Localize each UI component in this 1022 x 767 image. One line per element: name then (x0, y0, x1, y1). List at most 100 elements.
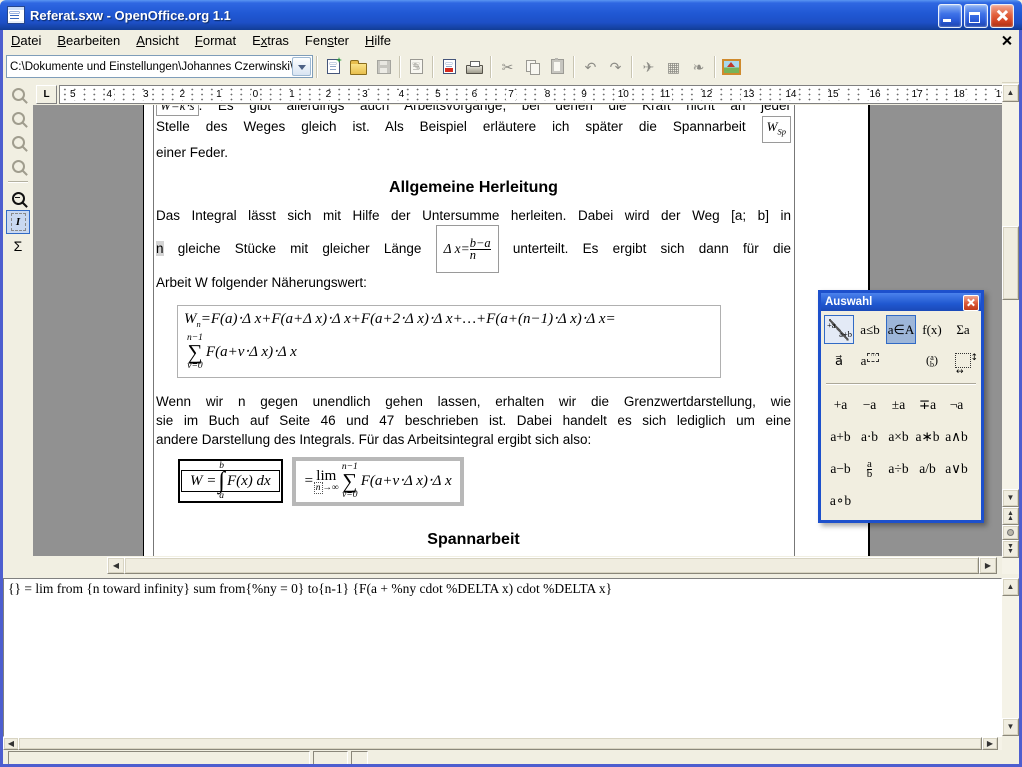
command-horizontal-scrollbar[interactable]: ◀ ▶ (3, 737, 1002, 750)
vertical-scrollbar[interactable]: ▲ ▼ ▲▲ ▼▼ (1002, 84, 1019, 574)
url-field[interactable]: C:\Dokumente und Einstellungen\Johannes … (7, 61, 292, 73)
symbol-button[interactable]: a∨b (942, 461, 971, 477)
previous-page-button[interactable]: ▲▲ (1002, 507, 1019, 525)
open-button[interactable] (346, 55, 371, 79)
load-url-combobox[interactable]: C:\Dokumente und Einstellungen\Johannes … (6, 55, 313, 78)
category-relations[interactable]: a≤b (855, 315, 885, 344)
ruler-label: 13 (741, 90, 756, 100)
scroll-right-button[interactable]: ▶ (982, 737, 998, 750)
symbol-button[interactable]: a÷b (884, 461, 913, 477)
symbol-button[interactable]: a+b (826, 429, 855, 445)
paragraph-line: Wenn wir n gegen unendlich gehen lassen,… (156, 392, 791, 411)
formula-object-integral-selected[interactable]: W =b∫aF(x) dx (178, 459, 283, 503)
document-page[interactable]: W=k⋅s. Es gibt allerdings auch Arbeitsvo… (143, 105, 870, 556)
scroll-down-button[interactable]: ▼ (1002, 489, 1019, 507)
function-toolbar: C:\Dokumente und Einstellungen\Johannes … (3, 51, 1019, 83)
palette-close-button[interactable] (963, 295, 979, 311)
symbol-button[interactable]: a−b (826, 461, 855, 477)
scroll-up-button[interactable]: ▲ (1002, 578, 1019, 596)
menu-item-format[interactable]: Format (187, 31, 244, 50)
menu-item-extras[interactable]: Extras (244, 31, 297, 50)
symbol-button[interactable]: a∘b (826, 493, 855, 509)
print-button[interactable] (462, 55, 487, 79)
symbol-button[interactable]: −a (855, 397, 884, 413)
undo-icon: ↶ (585, 60, 597, 74)
symbol-button[interactable]: ±a (884, 397, 913, 413)
menu-item-ansicht[interactable]: Ansicht (128, 31, 187, 50)
restore-button[interactable] (964, 4, 988, 28)
title-bar[interactable]: Referat.sxw - OpenOffice.org 1.1 (0, 0, 1022, 30)
toolbar-separator (8, 181, 28, 183)
menu-item-datei[interactable]: Datei (3, 31, 49, 50)
formats-icon (955, 353, 971, 368)
new-document-button[interactable] (321, 55, 346, 79)
scroll-left-button[interactable]: ◀ (3, 737, 19, 750)
scroll-right-button[interactable]: ▶ (979, 557, 997, 574)
command-vertical-scrollbar[interactable]: ▲ ▼ (1002, 578, 1019, 736)
gallery-button[interactable] (719, 55, 744, 79)
formula-object-deltax[interactable]: Δ x=b−an (436, 225, 499, 273)
text-boundary-left (153, 105, 154, 556)
category-set-operations[interactable]: a∈A (886, 315, 916, 344)
category-misc[interactable]: a⋯ (855, 346, 885, 375)
category-attributes[interactable]: a⃗ (824, 346, 854, 375)
category-row-2: a⃗ a⋯ (ab) (824, 346, 978, 375)
formula-command-window[interactable]: {} = lim from {n toward infinity} sum fr… (3, 578, 1002, 737)
paragraph-line: Das Integral lässt sich mit Hilfe der Un… (156, 206, 791, 225)
formula-object-wsp[interactable]: WSp (762, 116, 791, 143)
horizontal-scrollbar-thumb[interactable] (18, 737, 982, 750)
selection-palette-window[interactable]: Auswahl +aa+b a≤b a∈A f(x) Σa a⃗ a⋯ (ab)… (818, 290, 984, 523)
menu-item-bearbeiten[interactable]: Bearbeiten (49, 31, 128, 50)
formula-object-wks[interactable]: W=k⋅s (156, 105, 199, 116)
symbol-button[interactable]: ∓a (913, 397, 942, 413)
new-document-icon (327, 59, 340, 74)
symbol-button[interactable]: a∧b (942, 429, 971, 445)
ruler-label: 16 (867, 90, 882, 100)
symbol-row: +a−a±a∓a¬a (824, 389, 978, 421)
scroll-up-button[interactable]: ▲ (1002, 84, 1019, 102)
stylist-button: ▦ (661, 55, 686, 79)
symbol-button[interactable]: a×b (884, 429, 913, 445)
url-dropdown-button[interactable] (292, 57, 311, 76)
symbol-button[interactable]: a∗b (913, 429, 942, 445)
ruler-scale[interactable]: 54321012345678910111213141516171819 (59, 85, 1018, 104)
formula-object-sum[interactable]: Wn=F(a)⋅Δ x+F(a+Δ x)⋅Δ x+F(a+2⋅Δ x)⋅Δ x+… (177, 305, 721, 378)
symbol-button[interactable]: a/b (913, 461, 942, 477)
navigation-dot-button[interactable] (1002, 525, 1019, 540)
symbol-button-fraction[interactable]: ab (855, 460, 884, 479)
symbol-row: a+ba⋅ba×ba∗ba∧b (824, 421, 978, 453)
symbol-button[interactable]: +a (826, 397, 855, 413)
close-document-icon[interactable] (1000, 34, 1013, 47)
vertical-scrollbar-thumb[interactable] (1002, 226, 1019, 300)
category-functions[interactable]: f(x) (917, 315, 947, 344)
scroll-down-button[interactable]: ▼ (1002, 718, 1019, 736)
ruler-label: 1 (214, 90, 224, 100)
document-text[interactable]: W=k⋅s. Es gibt allerdings auch Arbeitsvo… (156, 105, 791, 556)
next-page-button[interactable]: ▼▼ (1002, 540, 1019, 558)
symbols-catalog-button[interactable]: Σ (6, 234, 30, 258)
horizontal-scrollbar-thumb[interactable] (124, 557, 979, 574)
palette-title-bar[interactable]: Auswahl (821, 293, 981, 311)
toolbar-separator (399, 56, 401, 78)
category-unary-binary-operators[interactable]: +aa+b (824, 315, 854, 344)
export-pdf-button[interactable] (437, 55, 462, 79)
toolbar-separator (490, 56, 492, 78)
category-formats[interactable] (948, 346, 978, 375)
update-view-button[interactable] (6, 186, 30, 210)
minimize-button[interactable] (938, 4, 962, 28)
scroll-left-button[interactable]: ◀ (107, 557, 125, 574)
close-button[interactable] (990, 4, 1014, 28)
formula-cursor-button[interactable]: I (6, 210, 30, 234)
formula-object-limit-editing[interactable]: =limn→∞n−1∑ν=0F(a+ν⋅Δ x)⋅Δ x (292, 457, 464, 506)
category-brackets[interactable]: (ab) (917, 346, 947, 375)
formula-command-text[interactable]: {} = lim from {n toward infinity} sum fr… (4, 579, 1001, 599)
menu-item-fenster[interactable]: Fenster (297, 31, 357, 50)
tab-type-button[interactable]: L (36, 85, 57, 104)
menu-item-hilfe[interactable]: Hilfe (357, 31, 399, 50)
symbol-button[interactable]: ¬a (942, 397, 971, 413)
selected-token[interactable]: n (314, 482, 323, 494)
horizontal-scrollbar[interactable]: ◀ ▶ (3, 556, 1002, 574)
category-operators[interactable]: Σa (948, 315, 978, 344)
ruler-label: 17 (910, 90, 925, 100)
symbol-button[interactable]: a⋅b (855, 429, 884, 445)
